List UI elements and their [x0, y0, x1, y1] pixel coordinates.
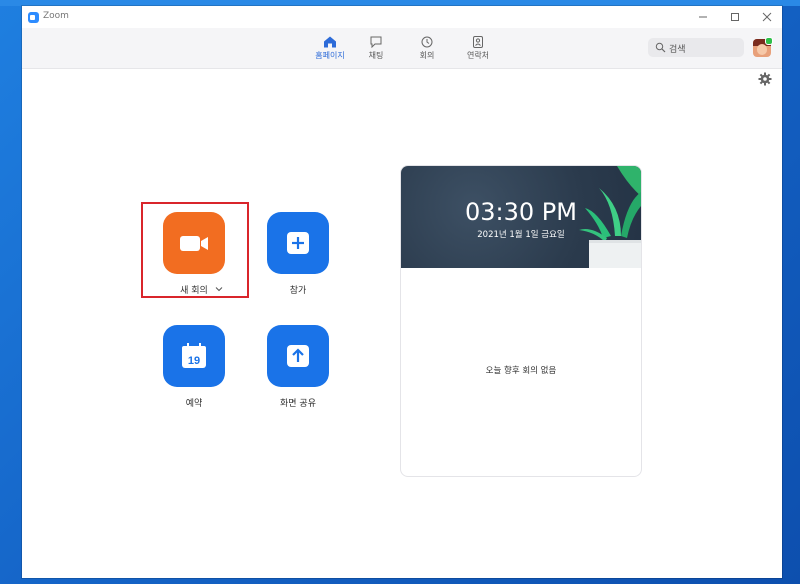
clock-banner: 03:30 PM 2021년 1월 1일 금요일	[401, 166, 641, 268]
maximize-button[interactable]	[720, 8, 750, 26]
tab-home-label: 홈페이지	[315, 51, 345, 60]
join-label: 참가	[289, 286, 307, 296]
tab-contacts[interactable]: 연락처	[453, 33, 503, 65]
schedule-label: 예약	[185, 399, 203, 409]
calendar-icon: 19	[182, 343, 206, 368]
tab-home[interactable]: 홈페이지	[305, 33, 355, 65]
plant-illustration	[579, 166, 641, 268]
zoom-app-icon	[28, 12, 39, 23]
search-icon	[655, 42, 666, 53]
tab-chat-label: 채팅	[368, 51, 384, 60]
minimize-icon	[699, 16, 707, 18]
window-title: Zoom	[43, 11, 69, 21]
search-placeholder: 검색	[669, 45, 686, 55]
avatar-face	[757, 44, 767, 55]
calendar-day: 19	[188, 355, 200, 367]
share-screen-label: 화면 공유	[280, 399, 316, 409]
title-bar: Zoom	[22, 6, 782, 28]
tab-meetings-label: 회의	[419, 51, 435, 60]
close-icon	[762, 12, 772, 22]
clock-icon	[421, 36, 433, 48]
share-up-arrow-icon	[287, 345, 309, 367]
tab-contacts-label: 연락처	[466, 51, 490, 60]
schedule-button[interactable]: 19	[163, 325, 225, 387]
home-icon	[324, 36, 336, 48]
tab-chat[interactable]: 채팅	[351, 33, 401, 65]
join-button[interactable]	[267, 212, 329, 274]
maximize-icon	[731, 13, 739, 21]
online-status-dot	[765, 37, 773, 45]
search-input[interactable]: 검색	[648, 38, 744, 57]
plus-icon	[287, 232, 309, 254]
no-meetings-message: 오늘 향후 회의 없음	[485, 366, 557, 376]
tab-meetings[interactable]: 회의	[402, 33, 452, 65]
upcoming-meetings-card: 03:30 PM 2021년 1월 1일 금요일 오늘 향후 회의 없음	[400, 165, 642, 477]
chat-icon	[370, 36, 382, 48]
contacts-icon	[473, 36, 483, 48]
top-navigation: 홈페이지 채팅 회의 연락처 검색	[22, 28, 782, 69]
minimize-button[interactable]	[688, 8, 718, 26]
share-screen-button[interactable]	[267, 325, 329, 387]
gear-icon[interactable]	[758, 72, 772, 86]
close-button[interactable]	[752, 8, 782, 26]
zoom-window: Zoom 홈페이지 채팅 회의 연락처 검색 새 회의 참가 19 예약 화면 …	[22, 6, 782, 578]
highlight-box	[141, 202, 249, 298]
